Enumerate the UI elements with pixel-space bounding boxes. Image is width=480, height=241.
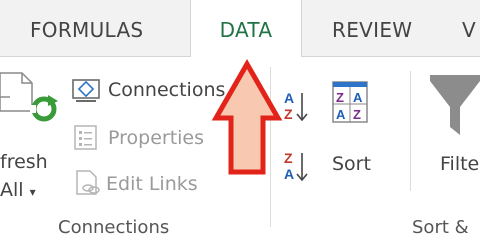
annotation-up-arrow	[211, 58, 283, 175]
